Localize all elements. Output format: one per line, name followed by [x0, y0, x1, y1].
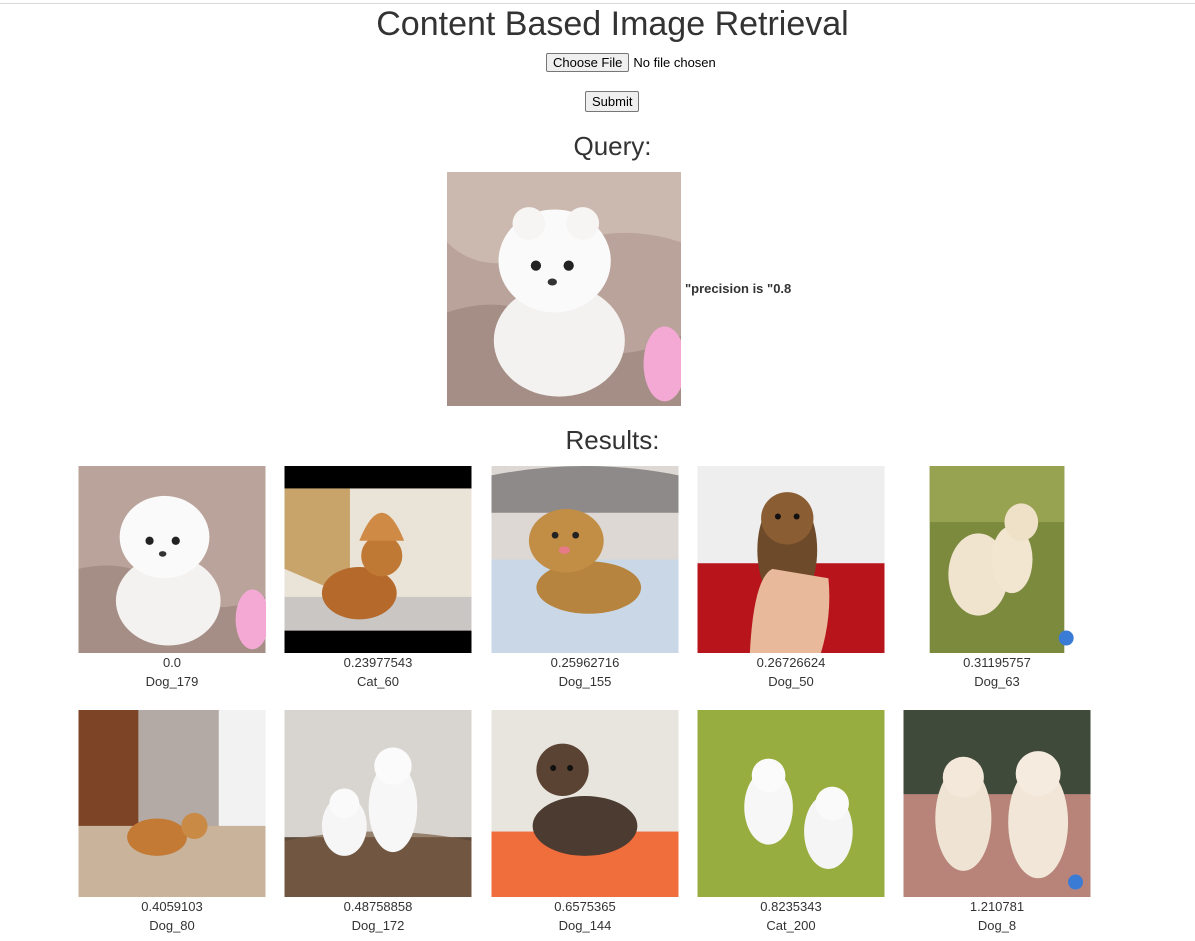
result-item[interactable]: 0.48758858 Dog_172: [284, 710, 472, 935]
result-label: Dog_144: [558, 918, 612, 933]
result-label: Cat_60: [357, 674, 399, 689]
result-label: Dog_80: [149, 918, 195, 933]
result-thumbnail[interactable]: [697, 710, 885, 897]
result-item[interactable]: 0.8235343 Cat_200: [697, 710, 885, 935]
query-heading: Query:: [573, 131, 652, 161]
result-label: Cat_200: [766, 918, 816, 933]
result-thumbnail[interactable]: [78, 466, 266, 653]
result-item[interactable]: 0.6575365 Dog_144: [491, 710, 679, 935]
file-status-text: No file chosen: [633, 54, 716, 70]
result-score: 0.8235343: [760, 899, 822, 914]
result-label: Dog_8: [977, 918, 1017, 933]
result-item[interactable]: 0.31195757 Dog_63: [903, 466, 1091, 691]
result-item[interactable]: 0.23977543 Cat_60: [284, 466, 472, 691]
result-thumbnail[interactable]: [491, 710, 679, 897]
result-thumbnail[interactable]: [491, 466, 679, 653]
result-label: Dog_50: [768, 674, 814, 689]
result-label: Dog_172: [351, 918, 405, 933]
result-score: 0.0: [162, 655, 182, 670]
result-item[interactable]: 0.0 Dog_179: [78, 466, 266, 691]
result-thumbnail[interactable]: [284, 466, 472, 653]
result-thumbnail[interactable]: [697, 466, 885, 653]
result-item[interactable]: 0.26726624 Dog_50: [697, 466, 885, 691]
result-score: 0.23977543: [343, 655, 413, 670]
result-label: Dog_63: [974, 674, 1020, 689]
choose-file-button[interactable]: Choose File: [546, 52, 630, 72]
result-score: 1.210781: [969, 899, 1025, 914]
result-score: 0.6575365: [554, 899, 616, 914]
result-score: 0.31195757: [963, 655, 1031, 670]
result-thumbnail[interactable]: [284, 710, 472, 897]
result-score: 0.26726624: [756, 655, 826, 670]
result-item[interactable]: 1.210781 Dog_8: [903, 710, 1091, 935]
result-label: Dog_179: [145, 674, 199, 689]
precision-text: "precision is "0.8: [685, 281, 792, 296]
file-upload-control[interactable]: Choose File No file chosen: [546, 52, 716, 72]
result-label: Dog_155: [558, 674, 612, 689]
submit-button[interactable]: Submit: [585, 91, 640, 112]
results-heading: Results:: [565, 425, 660, 455]
result-score: 0.25962716: [550, 655, 620, 670]
result-item[interactable]: 0.25962716 Dog_155: [491, 466, 679, 691]
result-thumbnail[interactable]: [78, 710, 266, 897]
result-item[interactable]: 0.4059103 Dog_80: [78, 710, 266, 935]
result-thumbnail[interactable]: [903, 710, 1091, 897]
result-thumbnail[interactable]: [903, 466, 1091, 653]
query-image: [447, 172, 681, 406]
page-title: Content Based Image Retrieval: [376, 5, 849, 43]
result-score: 0.4059103: [141, 899, 203, 914]
result-score: 0.48758858: [343, 899, 413, 914]
